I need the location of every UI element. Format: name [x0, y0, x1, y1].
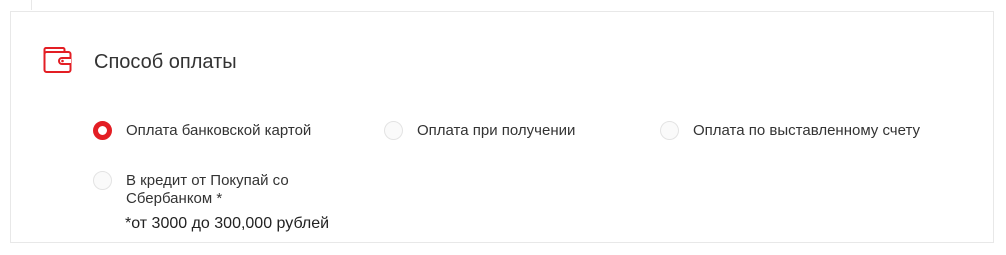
radio-invoice[interactable] [660, 121, 679, 140]
radio-card[interactable] [93, 121, 112, 140]
payment-option-cash-on-delivery-label: Оплата при получении [417, 122, 576, 139]
top-divider [20, 0, 32, 10]
payment-option-card-label: Оплата банковской картой [126, 122, 312, 139]
credit-note: *от 3000 до 300,000 рублей [125, 215, 330, 232]
radio-cash-on-delivery[interactable] [384, 121, 403, 140]
wallet-icon [43, 47, 72, 73]
payment-option-invoice-label: Оплата по выставленному счету [693, 122, 920, 139]
payment-option-credit-label: В кредит от Покупай со Сбербанком * [126, 172, 289, 207]
section-title: Способ оплаты [94, 51, 237, 73]
radio-credit[interactable] [93, 171, 112, 190]
